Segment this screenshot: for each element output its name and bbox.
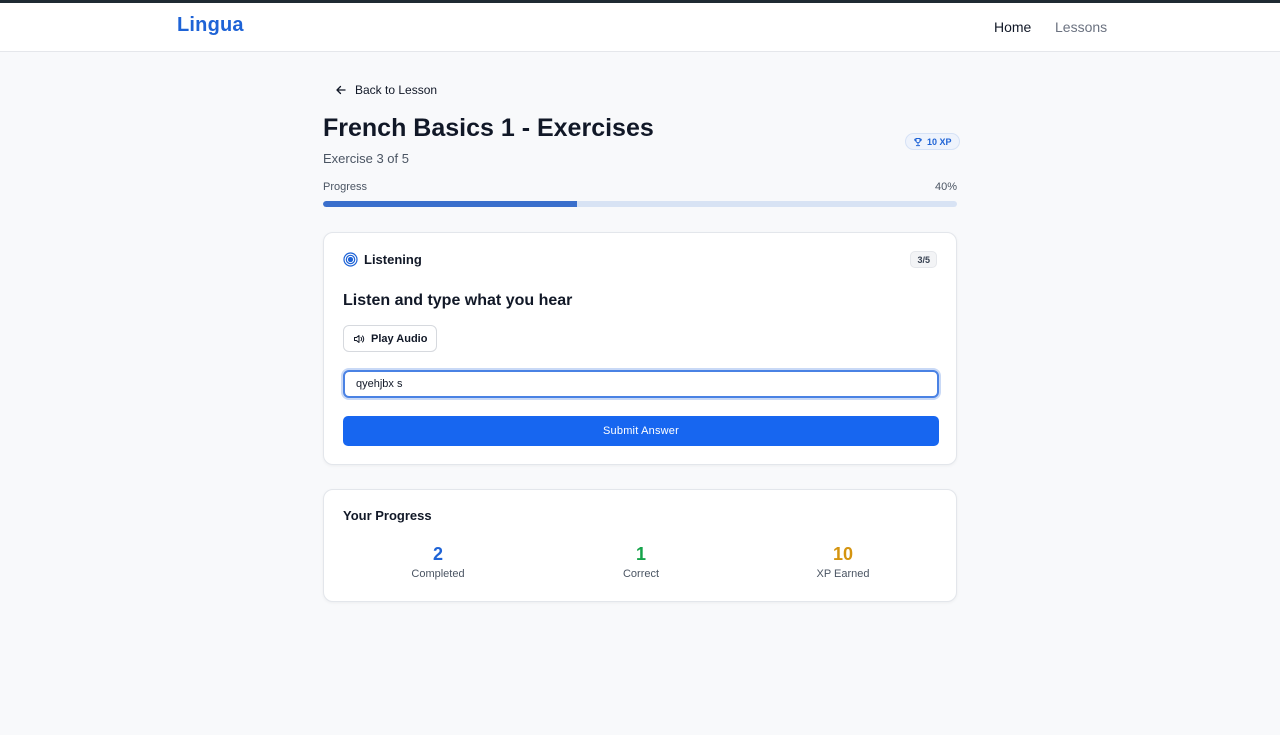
exercise-card: Listening 3/5 Listen and type what you h… [323,232,957,465]
play-audio-label: Play Audio [371,332,428,345]
exercise-position-subtitle: Exercise 3 of 5 [323,151,409,166]
stat-completed: 2 Completed [358,542,518,580]
xp-badge-label: 10 XP [927,136,952,147]
stat-value: 1 [635,544,646,564]
stat-xp-earned: 10 XP Earned [763,542,923,580]
page-title: French Basics 1 - Exercises [323,114,654,142]
header: Lingua Home Lessons [0,3,1280,52]
exercise-type: Listening [343,252,422,267]
back-link-label: Back to Lesson [355,83,438,97]
progress-bar [323,201,957,207]
back-to-lesson-link[interactable]: Back to Lesson [331,81,441,99]
arrow-left-icon [336,85,346,95]
target-icon [343,252,358,267]
stat-label: XP Earned [816,568,870,580]
trophy-icon [914,137,922,146]
play-audio-button[interactable]: Play Audio [343,325,438,352]
nav-lessons-link[interactable]: Lessons [1055,19,1107,35]
submit-answer-button[interactable]: Submit Answer [343,416,939,446]
nav-home-link[interactable]: Home [994,19,1031,35]
stat-value: 2 [432,544,443,564]
app-logo[interactable]: Lingua [177,14,244,37]
answer-input[interactable] [343,370,939,398]
stat-correct: 1 Correct [561,542,721,580]
stat-value: 10 [832,544,854,564]
exercise-question: Listen and type what you hear [343,292,573,309]
progress-percent: 40% [934,181,957,193]
xp-badge: 10 XP [905,133,960,150]
stat-label: Completed [411,568,465,580]
stats-title: Your Progress [343,508,432,523]
progress-stats-card: Your Progress 2 Completed 1 Correct 10 X… [323,489,957,602]
exercise-type-label: Listening [364,252,422,267]
stat-label: Correct [622,568,660,580]
progress-bar-fill [323,201,577,207]
exercise-counter-badge: 3/5 [910,251,937,268]
speaker-icon [354,334,365,343]
progress-label: Progress [323,181,368,193]
